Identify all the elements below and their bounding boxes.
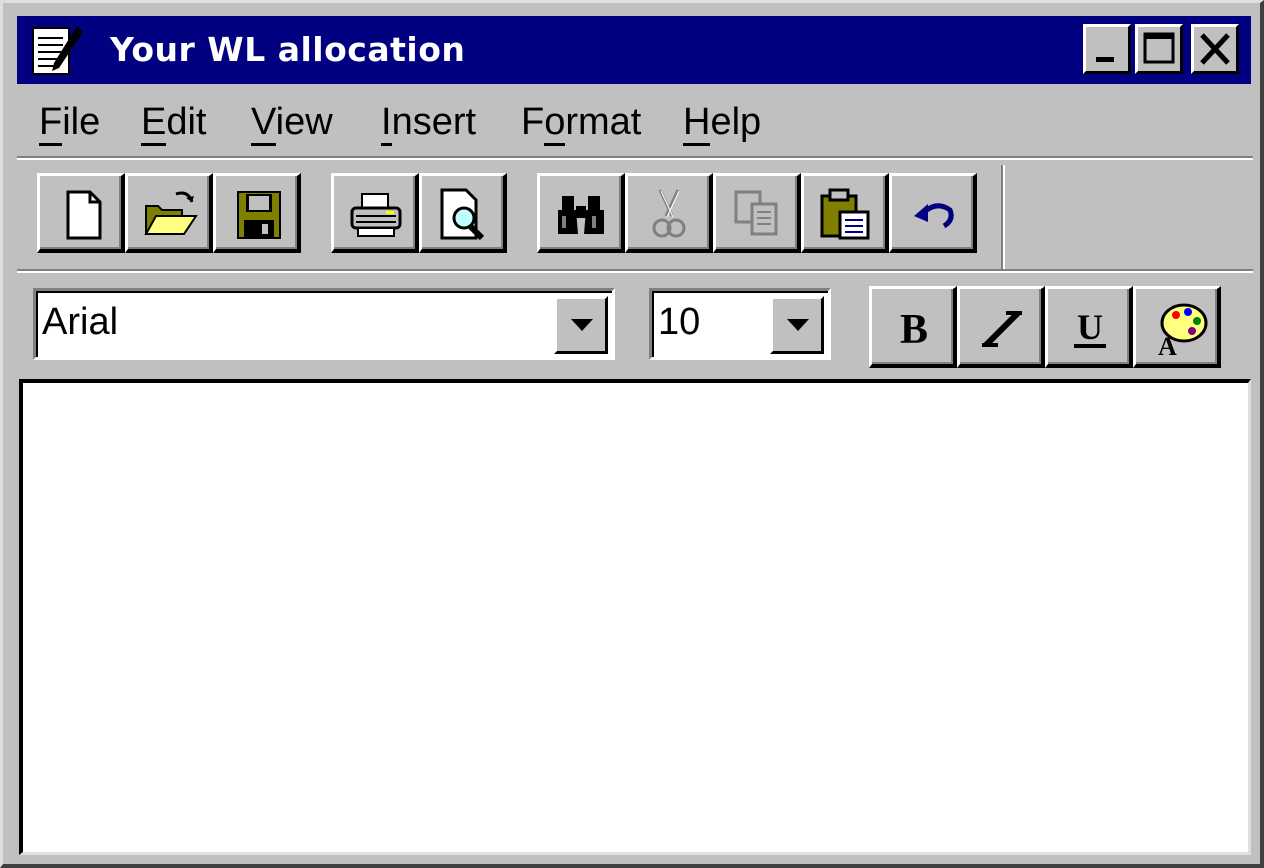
italic-icon	[982, 310, 1022, 348]
menu-file-accel: F	[39, 101, 63, 146]
app-window: Your WL allocation File Edit View Insert…	[0, 0, 1264, 868]
menu-format-rest: rmat	[565, 101, 642, 143]
menu-insert-rest: nsert	[391, 101, 477, 143]
menu-insert[interactable]: Insert	[381, 101, 477, 146]
menu-file-rest: ile	[62, 101, 101, 143]
print-preview-button[interactable]	[419, 173, 507, 253]
open-folder-icon	[144, 191, 198, 235]
save-button[interactable]	[213, 173, 301, 253]
menu-help[interactable]: Help	[683, 101, 762, 146]
toolbar-separator	[1001, 165, 1005, 269]
chevron-down-icon	[571, 319, 593, 331]
copy-button[interactable]	[713, 173, 801, 253]
bold-button[interactable]: B	[869, 286, 957, 368]
minimize-icon	[1096, 57, 1114, 62]
svg-text:U: U	[1077, 307, 1103, 347]
menu-help-accel: H	[683, 101, 711, 146]
cut-button[interactable]	[625, 173, 713, 253]
menu-edit[interactable]: Edit	[141, 101, 207, 146]
menu-bar: File Edit View Insert Format Help	[17, 93, 1253, 153]
undo-button[interactable]	[889, 173, 977, 253]
menu-view-accel: V	[251, 101, 276, 146]
new-document-icon	[66, 190, 102, 240]
underline-icon: U	[1074, 307, 1106, 348]
menu-help-rest: elp	[710, 101, 762, 143]
copy-icon	[734, 190, 778, 236]
minimize-button[interactable]	[1083, 24, 1131, 74]
cut-scissors-icon	[652, 189, 686, 238]
underline-button[interactable]: U	[1045, 286, 1133, 368]
svg-text:B: B	[900, 307, 928, 353]
paste-button[interactable]	[801, 173, 889, 253]
print-preview-icon	[440, 188, 485, 241]
open-button[interactable]	[125, 173, 213, 253]
title-bar[interactable]: Your WL allocation	[17, 16, 1251, 84]
close-icon	[1200, 33, 1230, 65]
italic-button[interactable]	[957, 286, 1045, 368]
maximize-button[interactable]	[1135, 24, 1183, 74]
menu-view[interactable]: View	[251, 101, 333, 146]
font-name-value: Arial	[42, 301, 119, 343]
font-size-value: 10	[658, 301, 701, 343]
close-button[interactable]	[1191, 24, 1239, 74]
toolbar-divider	[17, 269, 1253, 273]
menu-format-accel: o	[544, 101, 566, 146]
print-button[interactable]	[331, 173, 419, 253]
notepad-pen-icon[interactable]	[25, 22, 85, 80]
maximize-icon	[1143, 32, 1175, 64]
menu-edit-rest: dit	[166, 101, 207, 143]
font-name-combo[interactable]: Arial	[33, 288, 615, 360]
find-binoculars-icon	[558, 196, 604, 234]
chevron-down-icon	[787, 319, 809, 331]
color-palette-icon: A	[1158, 303, 1208, 359]
find-button[interactable]	[537, 173, 625, 253]
menu-edit-accel: E	[141, 101, 167, 146]
menu-format[interactable]: Format	[521, 101, 642, 146]
document-editor[interactable]	[19, 379, 1251, 855]
paste-icon	[820, 188, 870, 240]
save-disk-icon	[237, 191, 281, 239]
font-name-dropdown-button[interactable]	[554, 296, 608, 354]
menu-format-pre: F	[521, 101, 545, 143]
color-button[interactable]: A	[1133, 286, 1221, 368]
undo-icon	[914, 203, 954, 229]
menu-divider	[17, 156, 1253, 160]
font-size-dropdown-button[interactable]	[770, 296, 824, 354]
new-button[interactable]	[37, 173, 125, 253]
menu-view-rest: iew	[275, 101, 333, 143]
font-size-combo[interactable]: 10	[649, 288, 831, 360]
menu-insert-accel: I	[381, 101, 392, 146]
print-icon	[350, 193, 402, 237]
svg-text:A: A	[1158, 332, 1177, 359]
bold-icon: B	[900, 307, 928, 353]
window-title: Your WL allocation	[110, 30, 466, 69]
menu-file[interactable]: File	[39, 101, 101, 146]
